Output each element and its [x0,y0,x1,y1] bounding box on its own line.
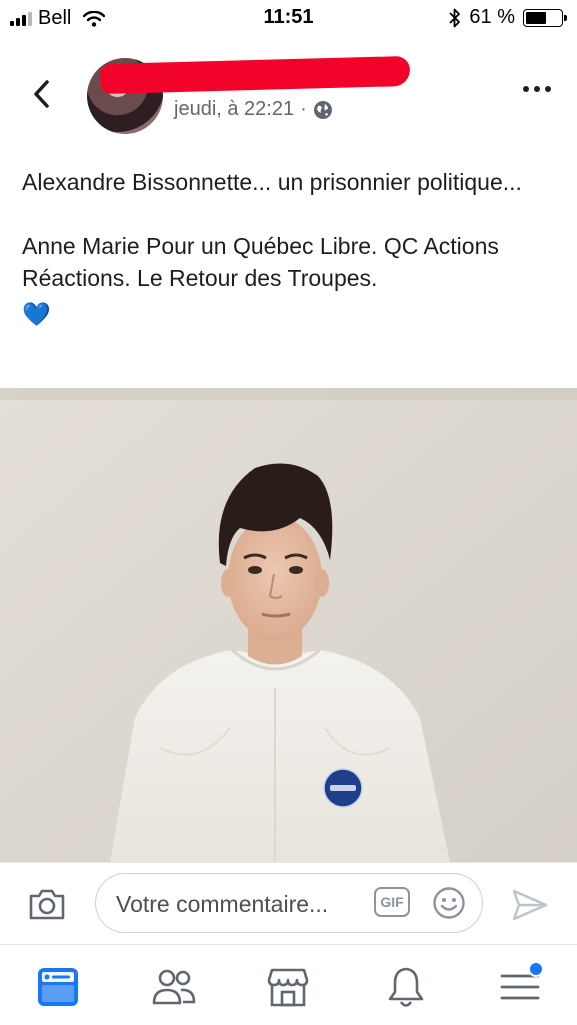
battery-fill [526,11,546,24]
more-options-button[interactable] [523,86,551,92]
post-meta: jeudi, à 22:21 · [174,98,333,121]
comment-input[interactable]: Votre commentaire... GIF [95,873,483,933]
status-right: 61 % [449,6,567,29]
post-photo[interactable] [0,388,577,862]
gif-button[interactable]: GIF [374,887,410,917]
comment-placeholder: Votre commentaire... [116,891,329,917]
emoji-button[interactable] [432,886,466,920]
bottom-nav [0,944,577,1025]
camera-button[interactable] [28,887,66,921]
nav-news-feed[interactable] [34,963,82,1011]
bluetooth-icon [449,8,461,27]
nav-notifications[interactable] [382,963,430,1011]
post-text-line-1: Alexandre Bissonnette... un prisonnier p… [22,169,522,195]
more-dots-icon [523,86,529,92]
emoji-icon [433,887,465,919]
camera-icon [29,889,65,920]
redaction-mark [99,55,411,95]
blue-heart-emoji: 💙 [22,301,51,327]
friends-icon [152,969,196,1005]
back-button[interactable] [22,74,62,114]
marketplace-icon [267,968,309,1007]
photo-illustration [0,388,577,862]
nav-menu[interactable] [496,961,544,1011]
post-timestamp[interactable]: jeudi, à 22:21 [174,98,294,121]
globe-icon [313,100,332,119]
comment-bar: Votre commentaire... GIF [0,862,577,945]
post-header: lt jeudi, à 22:21 · [0,50,577,140]
menu-notification-dot [528,961,544,977]
notifications-bell-icon [388,967,424,1007]
back-chevron-icon [34,80,49,108]
gif-icon: GIF [380,894,404,910]
news-feed-icon [38,968,78,1006]
nav-marketplace[interactable] [264,963,312,1011]
send-icon [512,889,548,921]
status-bar: Bell 11:51 61 % [0,0,577,40]
post-text: Alexandre Bissonnette... un prisonnier p… [22,166,552,330]
meta-separator: · [300,98,307,120]
battery-percent: 61 % [469,6,515,28]
nav-friends[interactable] [150,963,198,1011]
post-text-line-2: Anne Marie Pour un Québec Libre. QC Acti… [22,233,499,291]
send-button[interactable] [510,885,550,925]
battery-icon [523,8,567,27]
